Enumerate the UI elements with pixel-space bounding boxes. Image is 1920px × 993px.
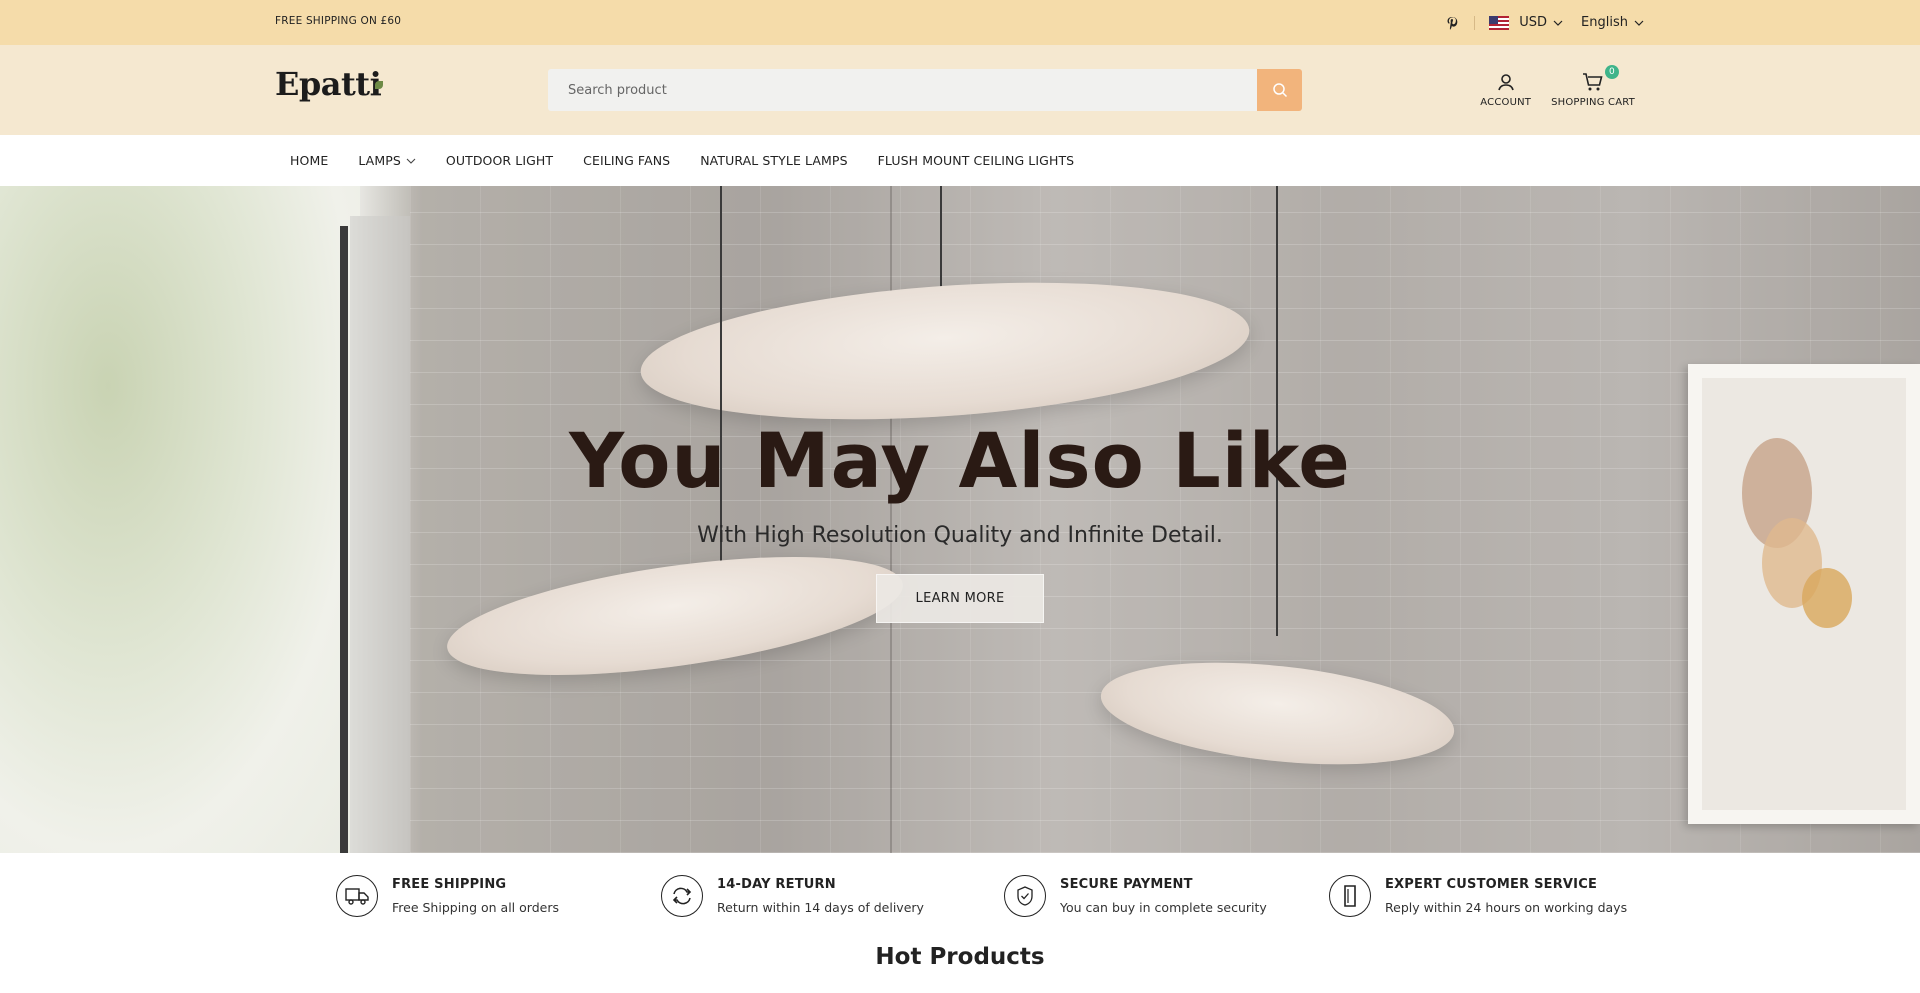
nav-item-home[interactable]: HOME: [290, 153, 328, 168]
nav-item-outdoor-light[interactable]: OUTDOOR LIGHT: [446, 153, 553, 168]
feature-desc: Reply within 24 hours on working days: [1385, 900, 1628, 915]
return-icon: [661, 875, 703, 917]
account-label: ACCOUNT: [1480, 97, 1532, 108]
learn-more-button[interactable]: LEARN MORE: [876, 574, 1044, 623]
language-selector[interactable]: English: [1581, 15, 1644, 30]
headset-icon: [1329, 875, 1371, 917]
cart-label: SHOPPING CART: [1551, 97, 1635, 108]
search-input[interactable]: [548, 69, 1257, 111]
feature-desc: Free Shipping on all orders: [392, 900, 559, 915]
nav-label: LAMPS: [358, 153, 401, 168]
feature-text: 14-DAY RETURN Return within 14 days of d…: [717, 877, 924, 915]
lamp-cord: [720, 186, 722, 566]
chevron-down-icon: [1634, 20, 1644, 26]
feature-desc: Return within 14 days of delivery: [717, 900, 924, 915]
nav-item-lamps[interactable]: LAMPS: [358, 153, 416, 168]
main-nav: HOME LAMPS OUTDOOR LIGHT CEILING FANS NA…: [0, 135, 1920, 186]
hero-title: You May Also Like: [569, 416, 1351, 505]
feature-title: EXPERT CUSTOMER SERVICE: [1385, 877, 1598, 892]
free-shipping-text: FREE SHIPPING ON £60: [275, 15, 402, 27]
shopping-cart-button[interactable]: SHOPPING CART 0: [1551, 65, 1635, 108]
truck-icon: [336, 875, 378, 917]
nav-label: FLUSH MOUNT CEILING LIGHTS: [877, 153, 1075, 168]
nav-item-natural-style-lamps[interactable]: NATURAL STYLE LAMPS: [700, 153, 847, 168]
site-header: Epatti ACCOUNT SHOPPING CART 0: [0, 45, 1920, 135]
hero-subtitle: With High Resolution Quality and Infinit…: [697, 523, 1223, 548]
header-actions: ACCOUNT SHOPPING CART 0: [1480, 65, 1635, 108]
cart-icon: [1583, 73, 1603, 91]
chevron-down-icon: [406, 158, 416, 164]
topbar-controls: USD English: [1444, 0, 1644, 45]
feature-secure-payment: SECURE PAYMENT You can buy in complete s…: [1004, 875, 1267, 917]
nav-label: HOME: [290, 153, 329, 168]
feature-title: FREE SHIPPING: [392, 877, 507, 892]
feature-customer-service: EXPERT CUSTOMER SERVICE Reply within 24 …: [1329, 875, 1627, 917]
wall-corner: [890, 186, 892, 853]
lamp-cord: [940, 186, 942, 296]
hero-window-view: [0, 186, 360, 853]
leaf-icon: [375, 81, 384, 89]
feature-free-shipping: FREE SHIPPING Free Shipping on all order…: [336, 875, 559, 917]
user-icon: [1497, 74, 1514, 91]
logo[interactable]: Epatti: [275, 65, 384, 103]
search-button[interactable]: [1257, 69, 1302, 111]
chevron-down-icon: [1553, 20, 1563, 26]
cart-count-badge: 0: [1605, 65, 1619, 79]
feature-desc: You can buy in complete security: [1060, 900, 1267, 915]
poster-art: [1802, 568, 1852, 628]
feature-title: 14-DAY RETURN: [717, 877, 836, 892]
feature-text: EXPERT CUSTOMER SERVICE Reply within 24 …: [1385, 877, 1627, 915]
search-icon: [1272, 83, 1287, 98]
account-button[interactable]: ACCOUNT: [1480, 72, 1531, 108]
currency-selector[interactable]: USD: [1519, 15, 1563, 30]
features-strip: FREE SHIPPING Free Shipping on all order…: [0, 853, 1920, 953]
feature-14-day-return: 14-DAY RETURN Return within 14 days of d…: [661, 875, 924, 917]
nav-label: NATURAL STYLE LAMPS: [700, 153, 848, 168]
nav-label: OUTDOOR LIGHT: [445, 153, 554, 168]
feature-text: FREE SHIPPING Free Shipping on all order…: [392, 877, 559, 915]
pinterest-icon[interactable]: [1444, 15, 1460, 31]
announcement-bar: FREE SHIPPING ON £60 USD English: [0, 0, 1920, 45]
divider: [1474, 15, 1476, 30]
shield-icon: [1004, 875, 1046, 917]
us-flag-icon: [1489, 15, 1510, 30]
lamp-cord: [1276, 186, 1278, 636]
currency-label: USD: [1519, 15, 1548, 30]
logo-text: Epatti: [275, 65, 382, 103]
nav-item-flush-mount-ceiling-lights[interactable]: FLUSH MOUNT CEILING LIGHTS: [878, 153, 1075, 168]
language-label: English: [1581, 15, 1628, 30]
nav-item-ceiling-fans[interactable]: CEILING FANS: [583, 153, 670, 168]
search-bar: [548, 69, 1302, 111]
feature-title: SECURE PAYMENT: [1060, 877, 1193, 892]
hot-products-heading: Hot Products: [875, 944, 1045, 970]
feature-text: SECURE PAYMENT You can buy in complete s…: [1060, 877, 1267, 915]
nav-label: CEILING FANS: [583, 153, 671, 168]
hero-banner: You May Also Like With High Resolution Q…: [0, 186, 1920, 853]
